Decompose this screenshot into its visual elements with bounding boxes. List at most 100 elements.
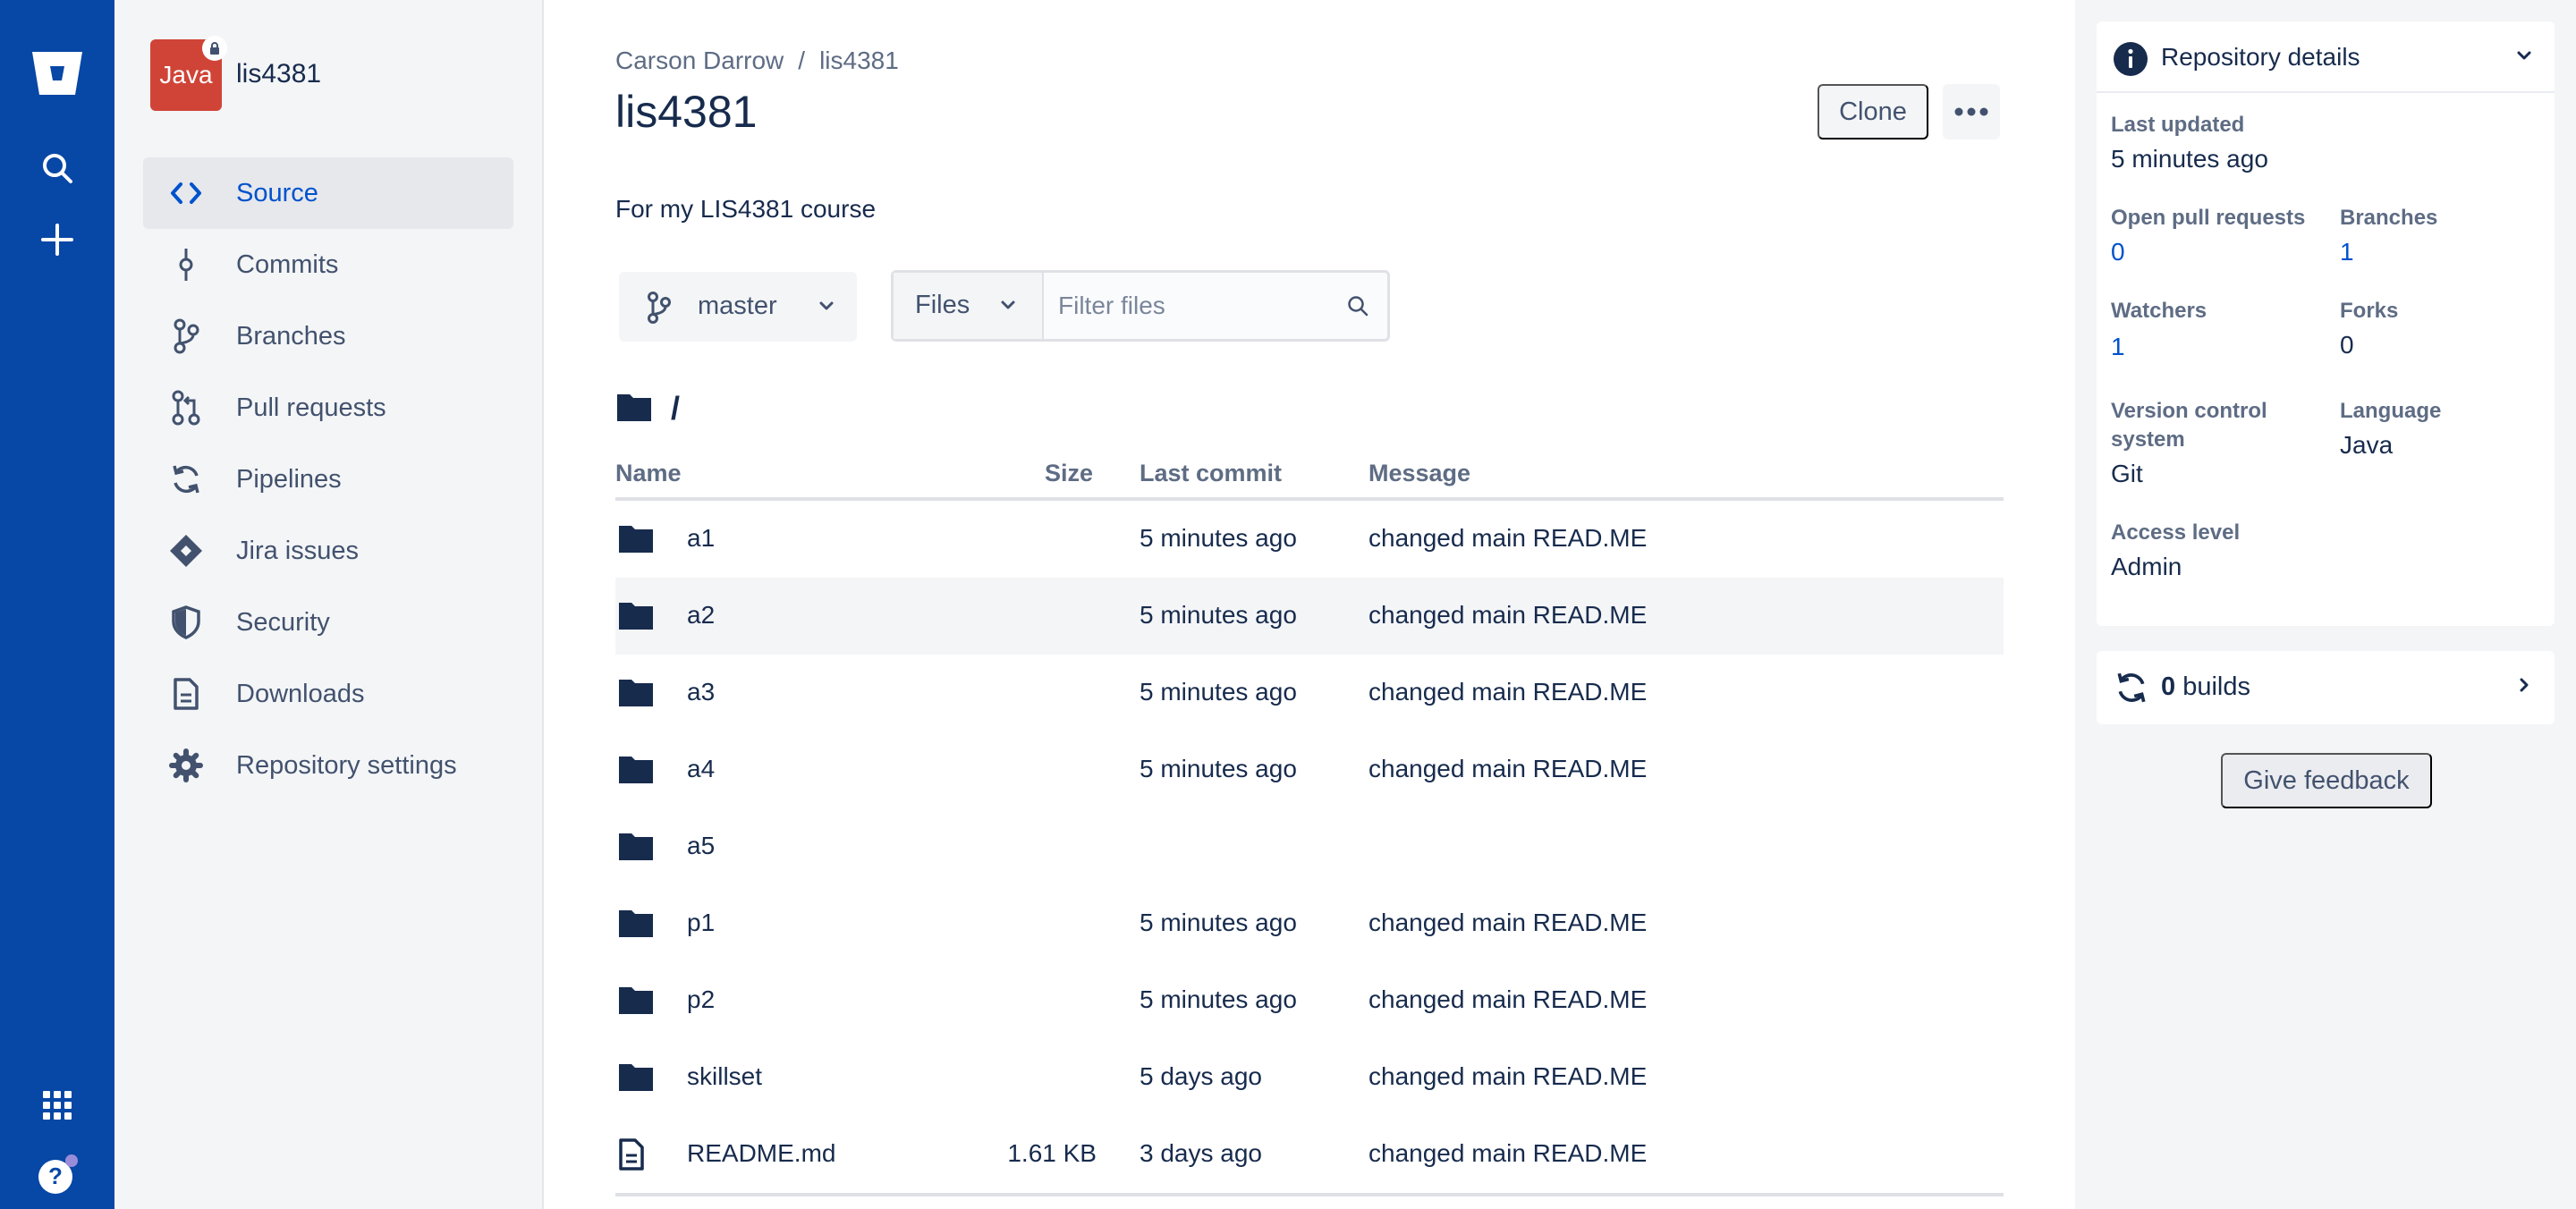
column-header-size[interactable]: Size [1045, 460, 1093, 487]
bitbucket-logo-icon[interactable] [29, 45, 86, 102]
page-title: lis4381 [615, 87, 758, 137]
table-body: a1 5 minutes ago changed main READ.ME a2 5 m… [615, 501, 2004, 1193]
branches-link[interactable]: 1 [2340, 238, 2354, 266]
main-content: Carson Darrow / lis4381 lis4381 Clone For … [544, 0, 2075, 1209]
sidebar-item-label: Security [236, 607, 330, 637]
repository-description: For my LIS4381 course [615, 195, 877, 223]
app-switcher-icon[interactable] [36, 1084, 79, 1127]
watchers-link[interactable]: 1 [2111, 333, 2125, 361]
file-name-link[interactable]: p2 [687, 985, 715, 1014]
forks-label: Forks [2340, 299, 2399, 323]
repository-details-header[interactable]: Repository details [2097, 21, 2555, 93]
create-plus-icon[interactable] [36, 218, 79, 261]
commit-message: changed main READ.ME [1368, 755, 1648, 782]
file-name-link[interactable]: a2 [687, 601, 715, 630]
help-icon[interactable]: ? [36, 1154, 79, 1196]
sidebar-item-label: Source [236, 178, 318, 207]
more-dots-icon [1954, 107, 1988, 116]
column-header-message[interactable]: Message [1368, 460, 1470, 487]
file-name-link[interactable]: a3 [687, 678, 715, 706]
file-name-link[interactable]: README.md [687, 1139, 835, 1168]
last-commit-time: 3 days ago [1140, 1139, 1262, 1167]
file-table: Name Size Last commit Message a1 5 minute… [615, 454, 2004, 1196]
sidebar-item-branches[interactable]: Branches [143, 300, 513, 372]
table-row[interactable]: README.md 1.61 KB 3 days ago changed main R… [615, 1116, 2004, 1193]
right-panel: Repository details Last updated 5 minute… [2075, 0, 2576, 1209]
access-level-label: Access level [2111, 520, 2241, 545]
search-icon[interactable] [36, 147, 79, 190]
sidebar-item-pipelines[interactable]: Pipelines [143, 444, 513, 515]
more-actions-button[interactable] [1943, 84, 2000, 140]
vcs-label-line2: system [2111, 427, 2185, 452]
breadcrumb-owner-link[interactable]: Carson Darrow [615, 46, 784, 74]
file-name-link[interactable]: p1 [687, 909, 715, 937]
filter-files-input[interactable] [1058, 285, 1335, 326]
give-feedback-button[interactable]: Give feedback [2221, 753, 2432, 808]
global-nav: ? [0, 0, 114, 1209]
sidebar-item-label: Pipelines [236, 464, 342, 494]
folder-icon [617, 984, 655, 1020]
last-commit-time: 5 minutes ago [1140, 755, 1297, 782]
table-row[interactable]: a4 5 minutes ago changed main READ.ME [615, 731, 2004, 808]
table-row[interactable]: a2 5 minutes ago changed main READ.ME [615, 578, 2004, 655]
builds-card[interactable]: 0 builds [2097, 651, 2555, 724]
folder-icon [617, 522, 655, 559]
table-row[interactable]: a3 5 minutes ago changed main READ.ME [615, 655, 2004, 731]
path-text: / [671, 390, 681, 427]
open-prs-link[interactable]: 0 [2111, 238, 2125, 266]
sidebar-item-jira-issues[interactable]: Jira issues [143, 515, 513, 587]
commit-icon [168, 247, 204, 283]
pull-request-icon [168, 390, 204, 426]
file-icon [617, 1137, 646, 1176]
builds-text: 0 builds [2161, 672, 2250, 702]
clone-button[interactable]: Clone [1818, 84, 1928, 140]
code-icon [168, 175, 204, 211]
sidebar-item-security[interactable]: Security [143, 587, 513, 658]
folder-icon [617, 830, 655, 867]
commit-message: changed main READ.ME [1368, 985, 1648, 1013]
file-name-link[interactable]: a4 [687, 755, 715, 783]
sidebar-item-source[interactable]: Source [143, 157, 513, 229]
chevron-down-icon [2515, 46, 2533, 69]
file-name-link[interactable]: a5 [687, 832, 715, 860]
filter-mode-dropdown[interactable]: Files [894, 273, 1044, 339]
private-lock-icon [202, 36, 227, 61]
sidebar-item-label: Branches [236, 321, 346, 351]
vcs-label-line1: Version control [2111, 399, 2267, 423]
builds-label: builds [2182, 672, 2250, 701]
sidebar-item-commits[interactable]: Commits [143, 229, 513, 300]
breadcrumb-repo-link[interactable]: lis4381 [819, 46, 899, 74]
table-row[interactable]: p1 5 minutes ago changed main READ.ME [615, 885, 2004, 962]
repository-details-card: Repository details Last updated 5 minute… [2097, 21, 2555, 626]
svg-text:?: ? [48, 1162, 63, 1189]
column-header-last-commit[interactable]: Last commit [1140, 460, 1282, 487]
sidebar-item-pull-requests[interactable]: Pull requests [143, 372, 513, 444]
table-row[interactable]: a5 [615, 808, 2004, 885]
last-commit-time: 5 minutes ago [1140, 909, 1297, 936]
language-value: Java [2340, 431, 2394, 459]
branch-selector[interactable]: master [619, 272, 857, 342]
column-header-name[interactable]: Name [615, 460, 682, 487]
file-name-link[interactable]: a1 [687, 524, 715, 553]
file-size: 1.61 KB [1007, 1139, 1097, 1167]
commit-message: changed main READ.ME [1368, 1062, 1648, 1090]
table-row[interactable]: p2 5 minutes ago changed main READ.ME [615, 962, 2004, 1039]
access-level-value: Admin [2111, 553, 2182, 580]
sidebar-item-repository-settings[interactable]: Repository settings [143, 730, 513, 801]
last-commit-time: 5 minutes ago [1140, 524, 1297, 552]
last-commit-time: 5 minutes ago [1140, 985, 1297, 1013]
table-row[interactable]: a1 5 minutes ago changed main READ.ME [615, 501, 2004, 578]
sidebar-item-downloads[interactable]: Downloads [143, 658, 513, 730]
last-commit-time: 5 minutes ago [1140, 678, 1297, 706]
last-commit-time: 5 days ago [1140, 1062, 1262, 1090]
project-name[interactable]: lis4381 [236, 59, 321, 89]
branch-icon [646, 292, 673, 328]
sidebar-item-label: Downloads [236, 679, 365, 708]
chevron-down-icon [999, 296, 1017, 318]
file-name-link[interactable]: skillset [687, 1062, 762, 1091]
table-row[interactable]: skillset 5 days ago changed main READ.ME [615, 1039, 2004, 1116]
open-prs-label: Open pull requests [2111, 206, 2306, 230]
pipelines-icon [168, 461, 204, 497]
sidebar-item-label: Pull requests [236, 393, 386, 422]
chevron-down-icon [818, 297, 835, 319]
